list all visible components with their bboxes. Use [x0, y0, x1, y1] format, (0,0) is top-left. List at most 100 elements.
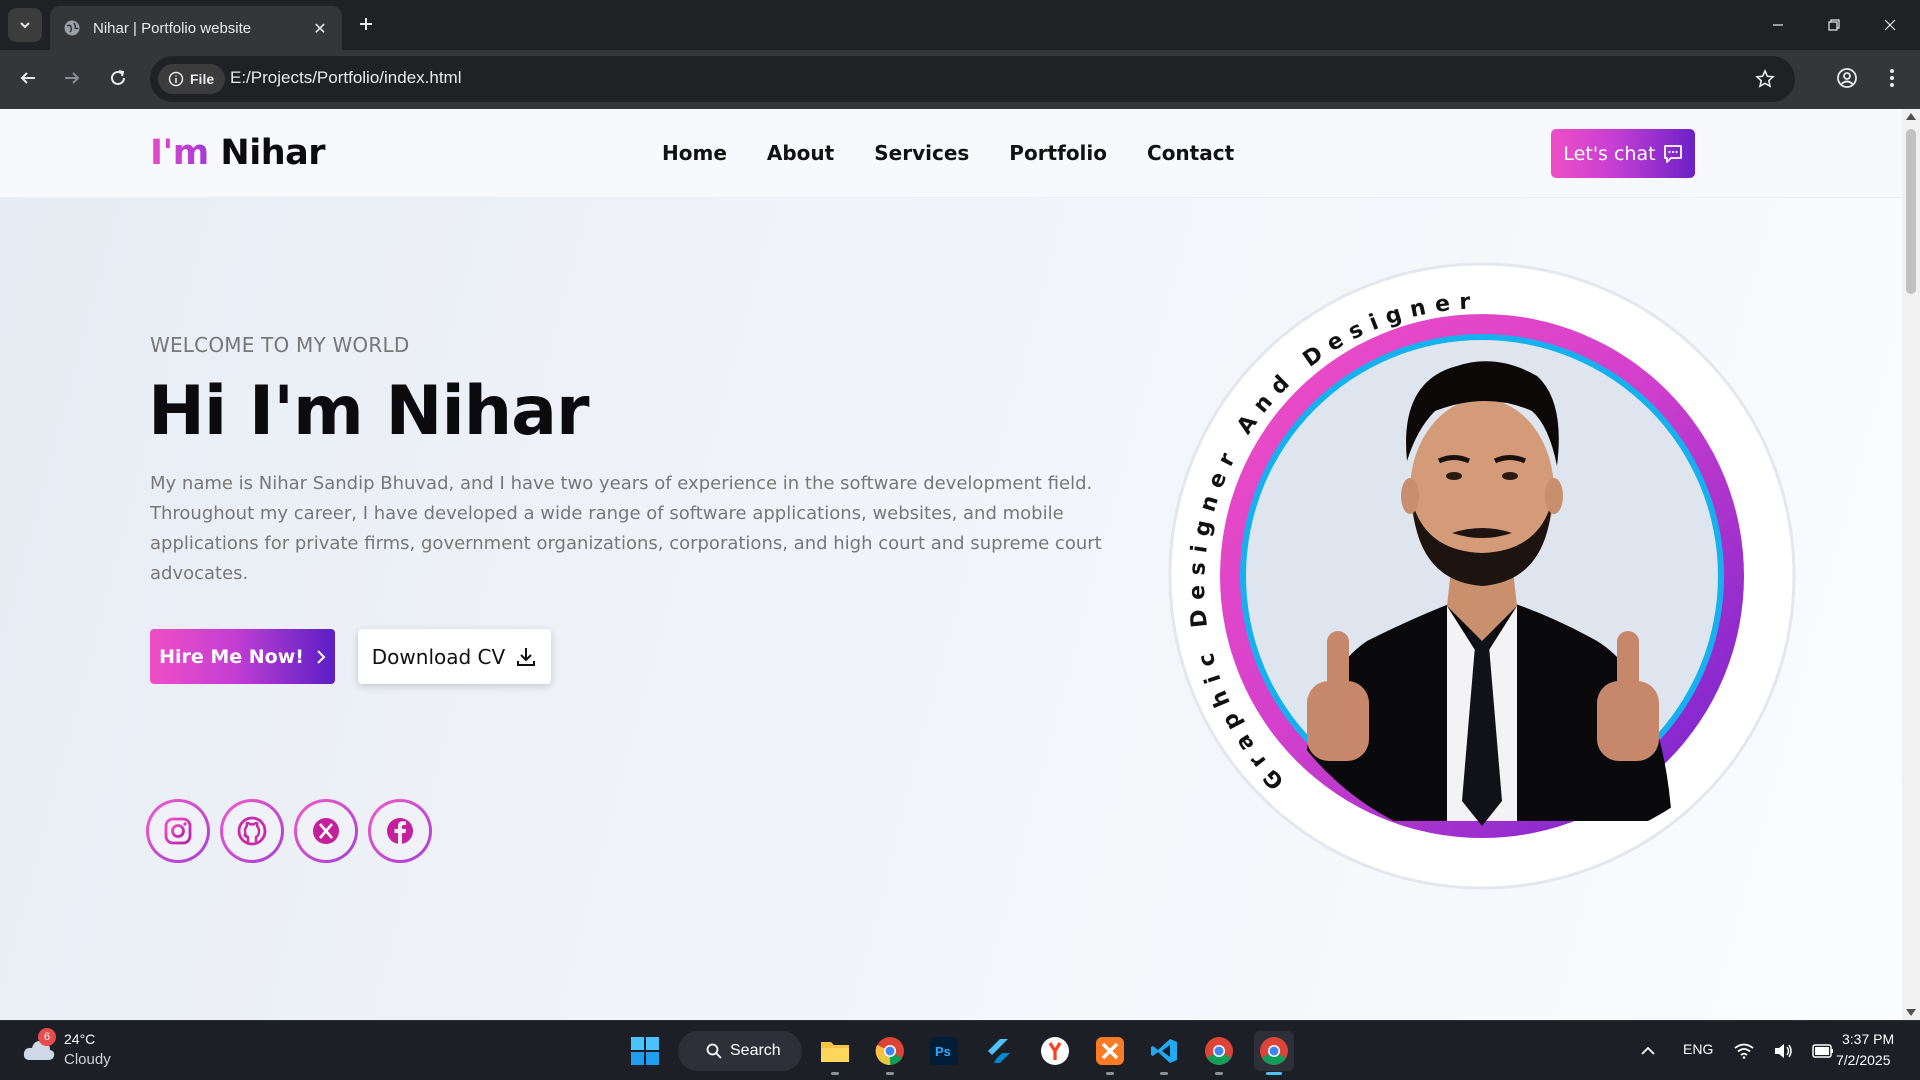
photoshop-icon: Ps	[930, 1037, 958, 1065]
hire-me-button[interactable]: Hire Me Now!	[150, 629, 335, 684]
folder-icon	[821, 1042, 849, 1062]
tab-search-dropdown-button[interactable]	[8, 8, 42, 42]
github-icon	[237, 816, 267, 846]
scroll-up-arrow[interactable]	[1906, 113, 1916, 120]
windows-taskbar: 6 24°C Cloudy Search Ps ENG 3:37 PM 7/2/…	[0, 1020, 1920, 1080]
start-button[interactable]	[625, 1031, 665, 1071]
new-tab-button[interactable]	[354, 12, 378, 36]
chevron-up-icon	[1641, 1046, 1655, 1055]
kebab-menu-icon	[1890, 69, 1894, 87]
star-icon	[1755, 69, 1775, 88]
arrow-right-icon	[65, 72, 80, 84]
chrome-app-2[interactable]	[1199, 1031, 1239, 1075]
clock-date[interactable]: 7/2/2025	[1836, 1052, 1891, 1068]
yandex-icon	[1041, 1037, 1069, 1065]
file-label: File	[190, 71, 215, 87]
chat-bubble-icon	[1663, 144, 1682, 163]
battery-icon	[1812, 1044, 1834, 1058]
browser-toolbar: File E:/Projects/Portfolio/index.html	[0, 50, 1920, 109]
instagram-link[interactable]	[146, 799, 210, 863]
hire-button-label: Hire Me Now!	[159, 645, 304, 668]
reload-button[interactable]	[103, 63, 133, 93]
profile-portrait: Graphic Designer And Designer	[1168, 262, 1796, 890]
nav-about[interactable]: About	[767, 141, 834, 165]
volume-icon	[1774, 1044, 1792, 1058]
flutter-app[interactable]	[978, 1031, 1018, 1071]
search-label: Search	[730, 1042, 781, 1059]
url-text[interactable]: E:/Projects/Portfolio/index.html	[230, 68, 461, 88]
cv-button-label: Download CV	[371, 644, 506, 669]
site-header: I'm Nihar Home About Services Portfolio …	[0, 109, 1902, 198]
download-cv-button[interactable]: Download CV	[358, 629, 551, 684]
file-explorer-app[interactable]	[815, 1031, 855, 1075]
flutter-icon	[988, 1039, 1010, 1063]
scroll-thumb[interactable]	[1906, 129, 1916, 294]
arrow-left-icon	[20, 72, 35, 84]
lets-chat-button[interactable]: Let's chat	[1551, 129, 1695, 178]
info-icon	[168, 71, 184, 87]
forward-button[interactable]	[57, 63, 87, 93]
minimize-icon	[1773, 24, 1783, 26]
vscode-icon	[1151, 1039, 1177, 1063]
site-logo[interactable]: I'm Nihar	[150, 133, 325, 173]
scroll-down-arrow[interactable]	[1906, 1009, 1916, 1016]
show-hidden-icons-button[interactable]	[1628, 1031, 1668, 1071]
github-link[interactable]	[220, 799, 284, 863]
site-info-chip[interactable]: File	[158, 64, 226, 94]
nav-services[interactable]: Services	[874, 141, 969, 165]
page-scrollbar[interactable]	[1902, 109, 1920, 1020]
clock-time[interactable]: 3:37 PM	[1842, 1031, 1894, 1047]
hero-description: My name is Nihar Sandip Bhuvad, and I ha…	[150, 473, 1102, 584]
close-icon	[1884, 19, 1896, 31]
restore-icon	[1828, 19, 1840, 31]
chrome-icon	[1205, 1037, 1233, 1065]
xampp-app[interactable]	[1090, 1031, 1130, 1075]
weather-temperature[interactable]: 24°C	[64, 1031, 95, 1047]
tab-title: Nihar | Portfolio website	[93, 19, 252, 37]
chrome-app-1[interactable]	[870, 1031, 910, 1075]
wifi-icon	[1734, 1043, 1754, 1059]
main-nav: Home About Services Portfolio Contact	[662, 141, 1234, 165]
browser-tab[interactable]: Nihar | Portfolio website ✕	[50, 6, 342, 50]
address-bar[interactable]: File E:/Projects/Portfolio/index.html	[150, 56, 1795, 102]
close-window-button[interactable]	[1875, 10, 1905, 40]
instagram-icon	[164, 817, 192, 845]
tab-close-icon[interactable]: ✕	[310, 18, 330, 38]
page-viewport: I'm Nihar Home About Services Portfolio …	[0, 109, 1902, 1020]
chrome-app-active[interactable]	[1254, 1031, 1294, 1075]
chevron-right-icon	[317, 649, 326, 664]
quick-settings-button[interactable]	[1724, 1031, 1844, 1071]
language-indicator[interactable]: ENG	[1683, 1041, 1713, 1057]
svg-text:Ps: Ps	[935, 1044, 951, 1059]
chrome-icon	[1260, 1037, 1288, 1065]
search-icon	[706, 1043, 722, 1059]
photoshop-app[interactable]: Ps	[924, 1031, 964, 1071]
bookmark-star-button[interactable]	[1753, 67, 1777, 91]
hero-title: Hi I'm Nihar	[148, 372, 590, 451]
nav-contact[interactable]: Contact	[1147, 141, 1234, 165]
weather-condition[interactable]: Cloudy	[64, 1051, 111, 1068]
welcome-subtitle: WELCOME TO MY WORLD	[150, 333, 410, 357]
nav-portfolio[interactable]: Portfolio	[1009, 141, 1107, 165]
x-link[interactable]	[294, 799, 358, 863]
globe-icon	[63, 19, 81, 37]
menu-button[interactable]	[1877, 63, 1907, 93]
logo-name: Nihar	[220, 133, 325, 173]
back-button[interactable]	[13, 63, 43, 93]
facebook-link[interactable]	[368, 799, 432, 863]
vscode-app[interactable]	[1144, 1031, 1184, 1075]
minimize-button[interactable]	[1763, 10, 1793, 40]
x-icon	[313, 818, 339, 844]
profile-button[interactable]	[1832, 63, 1862, 93]
reload-icon	[111, 70, 125, 85]
facebook-icon	[387, 818, 413, 844]
weather-notification-badge: 6	[38, 1028, 56, 1046]
chrome-icon	[875, 1037, 904, 1066]
taskbar-search[interactable]: Search	[678, 1031, 802, 1071]
yandex-browser-app[interactable]	[1035, 1031, 1075, 1071]
chat-button-label: Let's chat	[1563, 142, 1656, 165]
restore-button[interactable]	[1819, 10, 1849, 40]
plus-icon	[360, 18, 372, 30]
nav-home[interactable]: Home	[662, 141, 727, 165]
xampp-icon	[1096, 1037, 1124, 1065]
